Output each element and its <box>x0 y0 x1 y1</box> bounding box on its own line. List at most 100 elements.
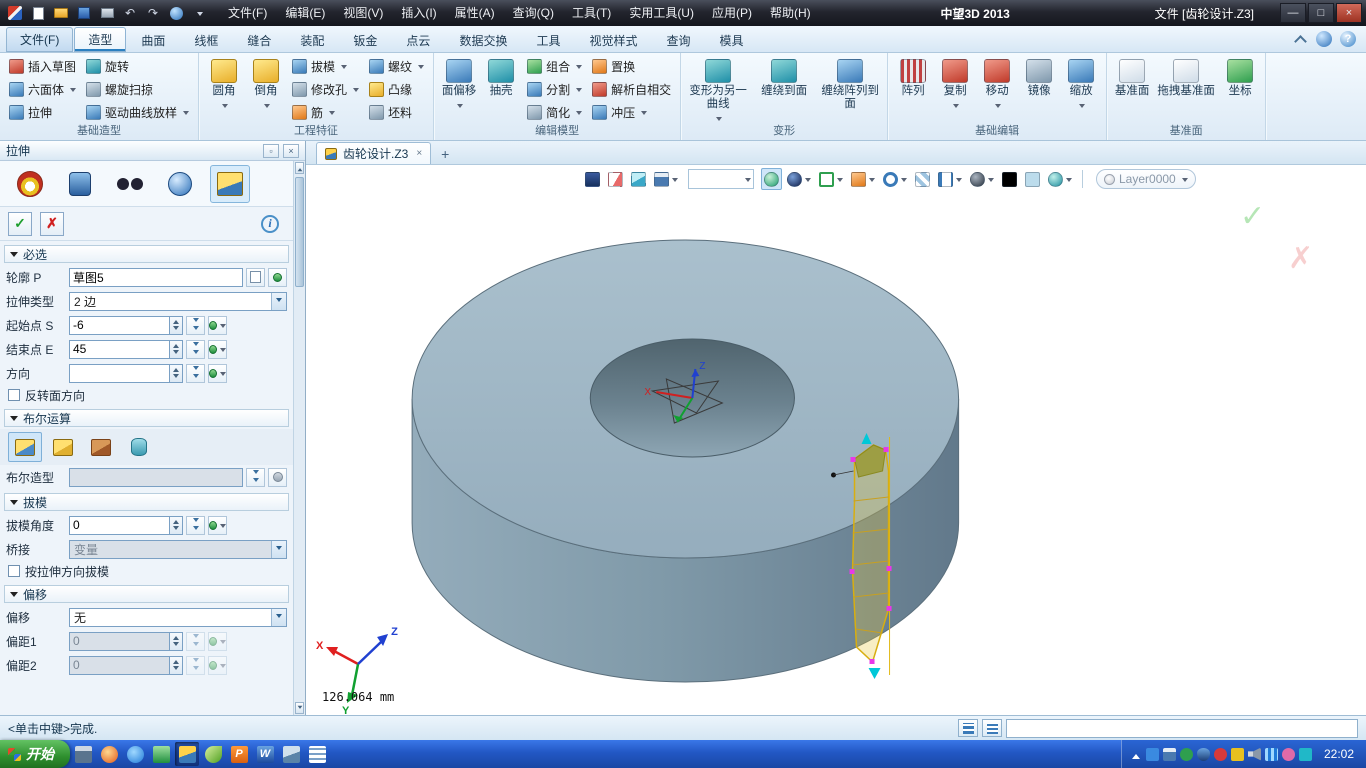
tab-mold[interactable]: 模具 <box>706 28 758 52</box>
spiral-sweep-button[interactable]: 螺旋扫掠 <box>81 79 194 100</box>
ghost-cancel-icon[interactable]: ✗ <box>1288 241 1313 276</box>
sphere-icon[interactable] <box>160 165 200 203</box>
show-entity-icon[interactable] <box>582 168 603 190</box>
morph-to-curve-button[interactable]: 变形为另一曲线 <box>685 55 751 124</box>
offset-distance2-input[interactable] <box>69 656 169 675</box>
section-header-offset[interactable]: 偏移 <box>4 585 289 603</box>
box-button[interactable]: 六面体 <box>4 79 81 100</box>
tab-tools[interactable]: 工具 <box>522 28 574 52</box>
simplify-button[interactable]: 简化 <box>522 102 587 123</box>
drag-datum-button[interactable]: 拖拽基准面 <box>1153 55 1219 124</box>
punch-button[interactable]: 冲压 <box>587 102 676 123</box>
menu-file[interactable]: 文件(F) <box>219 0 276 26</box>
scroll-down-icon[interactable] <box>295 702 304 714</box>
combine-button[interactable]: 组合 <box>522 56 587 77</box>
section-header-draft[interactable]: 拔模 <box>4 493 289 511</box>
curvature-display-icon[interactable] <box>880 168 910 190</box>
boolean-add-button[interactable] <box>46 432 80 462</box>
offset-distance1-input[interactable] <box>69 632 169 651</box>
tab-surface[interactable]: 曲面 <box>127 28 179 52</box>
menu-edit[interactable]: 编辑(E) <box>276 0 334 26</box>
glasses-icon[interactable] <box>110 165 150 203</box>
tab-sheet-metal[interactable]: 钣金 <box>339 28 391 52</box>
handle-icon[interactable] <box>60 165 100 203</box>
extrude-type-select[interactable]: 2 边 <box>69 292 287 311</box>
messenger-icon[interactable] <box>123 742 147 766</box>
mirror-button[interactable]: 镜像 <box>1018 55 1060 124</box>
facet-display-icon[interactable] <box>848 168 878 190</box>
menu-inquire[interactable]: 查询(Q) <box>504 0 563 26</box>
draft-button[interactable]: 拔模 <box>287 56 364 77</box>
layer-combo[interactable]: Layer0000 <box>1096 169 1196 189</box>
insert-sketch-button[interactable]: 插入草图 <box>4 56 81 77</box>
scroll-up-icon[interactable] <box>295 162 304 174</box>
wrap-to-face-button[interactable]: 缠绕到面 <box>751 55 817 124</box>
assistant-icon[interactable] <box>1316 31 1332 47</box>
section-header-required[interactable]: 必选 <box>4 245 289 263</box>
offset-distance1-spinner[interactable] <box>169 632 183 651</box>
print-icon[interactable] <box>96 3 118 23</box>
maximize-button[interactable]: □ <box>1308 3 1334 23</box>
end-point-options-icon[interactable] <box>186 340 205 359</box>
status-list-icon[interactable] <box>982 719 1002 737</box>
material-icon[interactable] <box>1045 168 1075 190</box>
menu-applications[interactable]: 应用(P) <box>703 0 761 26</box>
close-button[interactable]: × <box>1336 3 1362 23</box>
datum-plane-button[interactable]: 基准面 <box>1111 55 1153 124</box>
profile-input[interactable] <box>69 268 243 287</box>
start-button[interactable]: 开始 <box>0 740 70 768</box>
tab-close-icon[interactable]: × <box>416 148 422 159</box>
show-desktop-icon[interactable] <box>71 742 95 766</box>
profile-list-icon[interactable] <box>246 268 265 287</box>
direction-options-icon[interactable] <box>186 364 205 383</box>
status-grid-icon[interactable] <box>958 719 978 737</box>
rib-button[interactable]: 筋 <box>287 102 364 123</box>
view-select-combo[interactable] <box>688 169 754 189</box>
start-point-input[interactable] <box>69 316 169 335</box>
revolve-button[interactable]: 旋转 <box>81 56 194 77</box>
new-file-icon[interactable] <box>27 3 49 23</box>
driven-curve-loft-button[interactable]: 驱动曲线放样 <box>81 102 194 123</box>
shell-button[interactable]: 抽壳 <box>480 55 522 124</box>
draft-angle-options-icon[interactable] <box>186 516 205 535</box>
replace-button[interactable]: 置换 <box>587 56 676 77</box>
collapse-ribbon-icon[interactable] <box>1291 30 1309 48</box>
help-icon[interactable]: ? <box>1340 31 1356 47</box>
network-icon[interactable] <box>1265 748 1278 761</box>
face-offset-button[interactable]: 面偏移 <box>438 55 480 124</box>
end-point-pick-icon[interactable] <box>208 340 227 359</box>
cad-box-icon[interactable] <box>279 742 303 766</box>
divide-button[interactable]: 分割 <box>522 79 587 100</box>
section-view-icon[interactable] <box>912 168 933 190</box>
boolean-remove-button[interactable] <box>84 432 118 462</box>
draft-angle-input[interactable] <box>69 516 169 535</box>
render-mode-icon[interactable] <box>967 168 997 190</box>
view-manager-icon[interactable] <box>651 168 681 190</box>
mail-icon[interactable] <box>1282 748 1295 761</box>
tab-file[interactable]: 文件(F) <box>6 27 73 52</box>
word-icon[interactable]: W <box>253 742 277 766</box>
dimension-display-icon[interactable] <box>935 168 965 190</box>
display-tray-icon[interactable] <box>1163 748 1176 761</box>
solid-box-icon[interactable] <box>210 165 250 203</box>
tab-visual-style[interactable]: 视觉样式 <box>575 28 651 52</box>
end-point-input[interactable] <box>69 340 169 359</box>
background-color-swatch[interactable] <box>1022 168 1043 190</box>
tab-add-icon[interactable]: + <box>435 144 455 164</box>
profile-pick-icon[interactable] <box>268 268 287 287</box>
minimize-button[interactable]: — <box>1280 3 1306 23</box>
offset-select[interactable]: 无 <box>69 608 287 627</box>
flip-face-direction-checkbox[interactable]: 反转面方向 <box>0 385 293 405</box>
tab-heal[interactable]: 缝合 <box>233 28 285 52</box>
tab-shape[interactable]: 造型 <box>74 27 126 52</box>
wrap-pattern-to-face-button[interactable]: 缠绕阵列到面 <box>817 55 883 124</box>
align-plane-icon[interactable] <box>761 168 782 190</box>
chevron-down-icon[interactable] <box>271 293 286 310</box>
save-icon[interactable] <box>73 3 95 23</box>
csys-button[interactable]: 坐标 <box>1219 55 1261 124</box>
notes-icon[interactable] <box>201 742 225 766</box>
usb-icon[interactable] <box>1299 748 1312 761</box>
cancel-button[interactable]: ✗ <box>40 212 64 236</box>
scale-button[interactable]: 缩放 <box>1060 55 1102 124</box>
modify-hole-button[interactable]: 修改孔 <box>287 79 364 100</box>
